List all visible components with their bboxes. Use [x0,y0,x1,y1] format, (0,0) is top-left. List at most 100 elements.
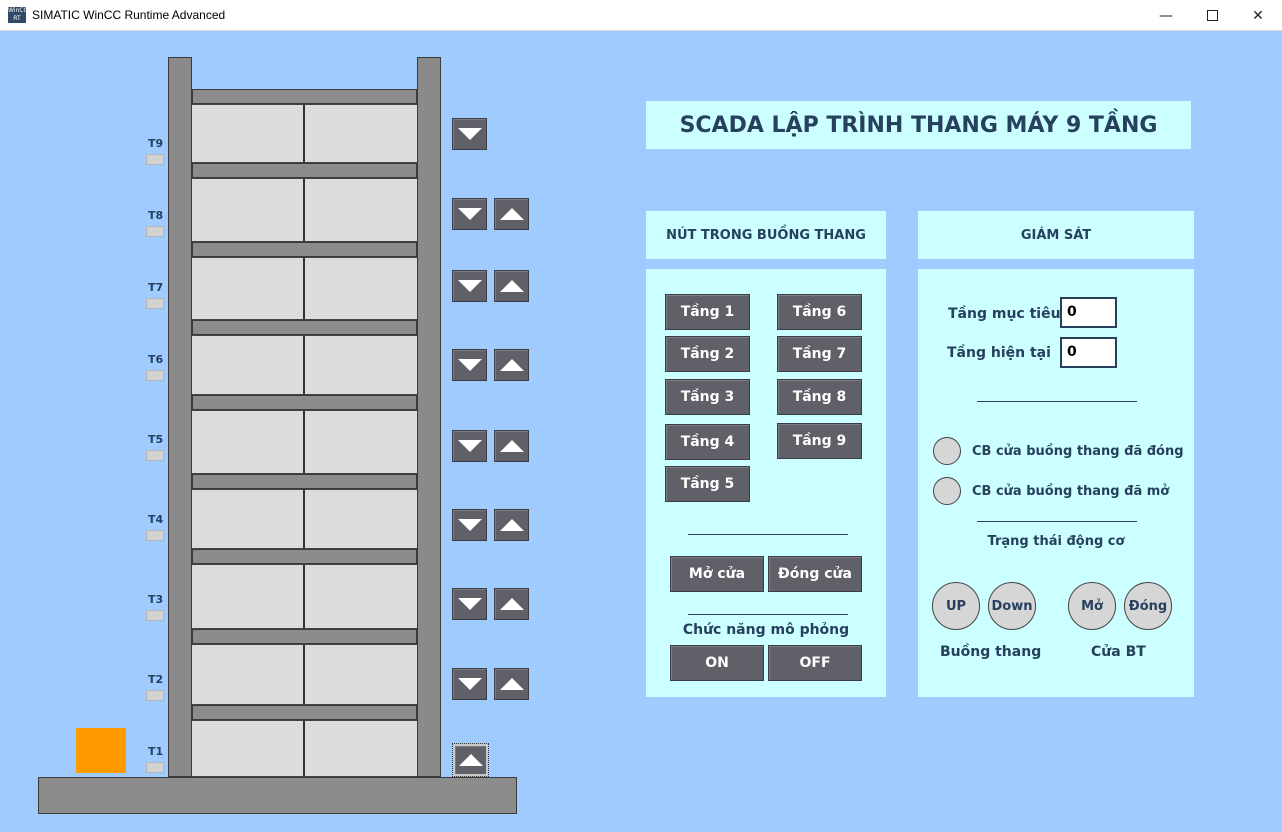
cabin-up-lamp: UP [932,582,980,630]
floor-slab [192,163,417,178]
door-close-lamp: Đóng [1124,582,1172,630]
floor-room-t5 [192,410,417,474]
cabin-panel-header: NÚT TRONG BUỒNG THANG [646,211,886,259]
floor-label-t4: T4 [148,513,164,526]
floor-room-t3 [192,564,417,629]
arrow-up-icon [499,440,524,452]
room-divider [303,179,305,241]
floor-label-t3: T3 [148,593,164,606]
simulation-on-button[interactable]: ON [670,645,764,681]
call-up-button-t4[interactable] [494,509,529,541]
floor-5-button[interactable]: Tầng 5 [665,466,750,502]
floor-label-t1: T1 [148,745,164,758]
page-title: SCADA LẬP TRÌNH THANG MÁY 9 TẦNG [679,112,1158,138]
floor-room-t4 [192,489,417,549]
arrow-down-icon [457,519,482,531]
building-pillar-right [417,57,441,777]
floor-indicator-t3 [146,610,164,621]
call-up-button-t2[interactable] [494,668,529,700]
floor-room-t8 [192,178,417,242]
room-divider [303,336,305,394]
arrow-up-icon [499,678,524,690]
call-up-button-t7[interactable] [494,270,529,302]
floor-slab [192,242,417,257]
door-open-lamp: Mở [1068,582,1116,630]
call-up-button-t6[interactable] [494,349,529,381]
call-down-button-t5[interactable] [452,430,487,462]
call-down-button-t3[interactable] [452,588,487,620]
floor-indicator-t8 [146,226,164,237]
close-button[interactable]: ✕ [1235,0,1281,31]
call-down-button-t9[interactable] [452,118,487,150]
floor-room-t7 [192,257,417,320]
floor-2-button[interactable]: Tầng 2 [665,336,750,372]
floor-indicator-t9 [146,154,164,165]
arrow-up-icon [499,280,524,292]
close-icon: ✕ [1252,7,1264,24]
minimize-icon: — [1159,7,1173,24]
room-divider [303,565,305,628]
arrow-down-icon [457,440,482,452]
simulation-off-button[interactable]: OFF [768,645,862,681]
divider [977,401,1137,402]
room-divider [303,721,305,776]
simulation-label: Chức năng mô phỏng [682,622,850,638]
call-up-button-t8[interactable] [494,198,529,230]
call-down-button-t8[interactable] [452,198,487,230]
arrow-up-icon [499,598,524,610]
call-down-button-t2[interactable] [452,668,487,700]
floor-9-button[interactable]: Tầng 9 [777,423,862,459]
arrow-down-icon [457,280,482,292]
divider [977,521,1137,522]
floor-label-t5: T5 [148,433,164,446]
floor-indicator-t5 [146,450,164,461]
room-divider [303,490,305,548]
floor-slab [192,474,417,489]
floor-4-button[interactable]: Tầng 4 [665,424,750,460]
call-up-button-t1[interactable] [452,743,489,777]
floor-slab [192,705,417,720]
arrow-up-icon [499,519,524,531]
floor-indicator-t6 [146,370,164,381]
motor-status-label: Trạng thái động cơ [987,534,1125,549]
building-pillar-left [168,57,192,777]
floor-8-button[interactable]: Tầng 8 [777,379,862,415]
arrow-down-icon [457,128,482,140]
arrow-down-icon [457,598,482,610]
current-floor-field: 0 [1060,337,1117,368]
cabin-panel: Tầng 1 Tầng 2 Tầng 3 Tầng 4 Tầng 5 Tầng … [646,269,886,697]
monitor-panel-header: GIÁM SÁT [918,211,1194,259]
call-down-button-t4[interactable] [452,509,487,541]
floor-label-t9: T9 [148,137,164,150]
monitor-panel: Tầng mục tiêu 0 Tầng hiện tại 0 CB cửa b… [918,269,1194,697]
floor-1-button[interactable]: Tầng 1 [665,294,750,330]
floor-6-button[interactable]: Tầng 6 [777,294,862,330]
floor-7-button[interactable]: Tầng 7 [777,336,862,372]
call-down-button-t6[interactable] [452,349,487,381]
close-door-button[interactable]: Đóng cửa [768,556,862,592]
call-down-button-t7[interactable] [452,270,487,302]
floor-label-t6: T6 [148,353,164,366]
arrow-down-icon [457,678,482,690]
floor-slab [192,549,417,564]
floor-room-t9 [192,104,417,163]
room-divider [303,411,305,473]
floor-3-button[interactable]: Tầng 3 [665,379,750,415]
arrow-up-icon [499,208,524,220]
window-title: SIMATIC WinCC Runtime Advanced [32,8,226,22]
floor-label-t2: T2 [148,673,164,686]
door-open-sensor-lamp [933,477,961,505]
minimize-button[interactable]: — [1143,0,1189,31]
maximize-button[interactable] [1189,0,1235,31]
app-icon: WinCC RT [8,7,28,23]
open-door-button[interactable]: Mở cửa [670,556,764,592]
floor-indicator-t7 [146,298,164,309]
call-up-button-t3[interactable] [494,588,529,620]
door-closed-sensor-label: CB cửa buồng thang đã đóng [972,444,1184,459]
call-up-button-t5[interactable] [494,430,529,462]
arrow-down-icon [457,208,482,220]
target-floor-field: 0 [1060,297,1117,328]
divider [688,534,848,535]
monitor-panel-title: GIÁM SÁT [1020,227,1092,243]
floor-label-t7: T7 [148,281,164,294]
